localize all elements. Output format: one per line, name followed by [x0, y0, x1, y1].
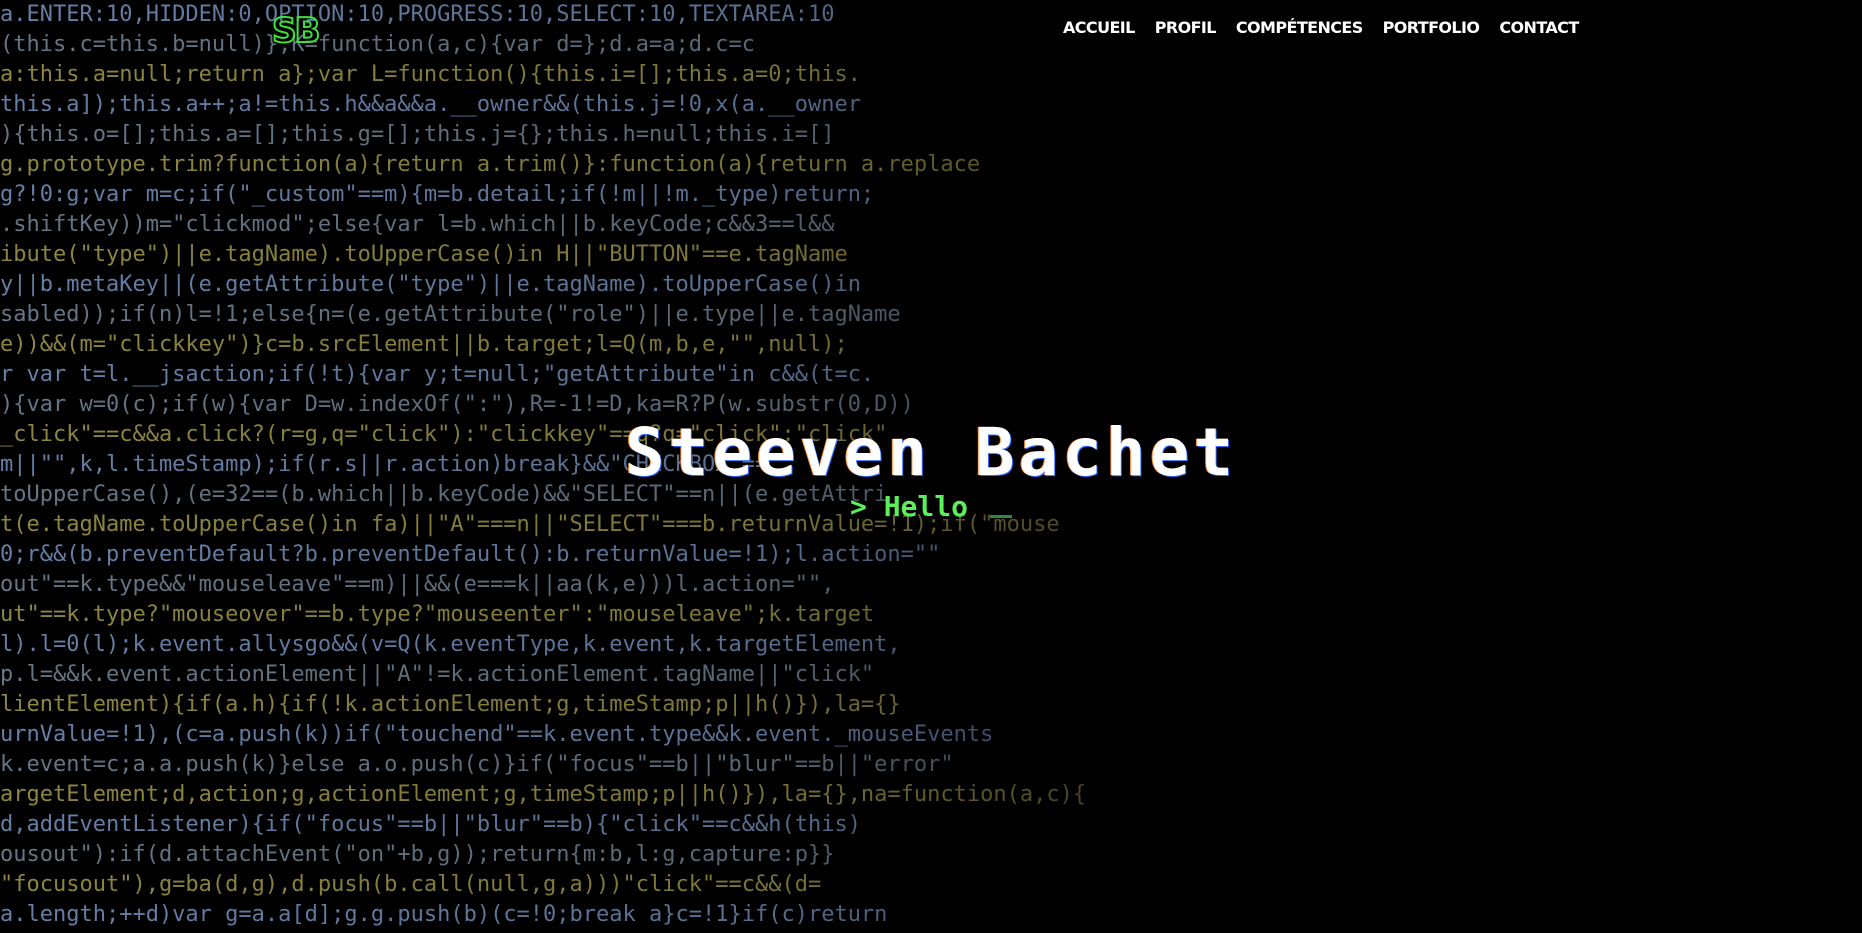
- hero-typewriter: > Hello: [0, 490, 1862, 523]
- typed-text: Hello: [883, 490, 968, 523]
- logo[interactable]: SB: [271, 10, 321, 52]
- text-cursor: [990, 515, 1012, 518]
- code-line: ousout"):if(d.attachEvent("on"+b,g));ret…: [0, 842, 835, 867]
- code-line: urnValue=!1),(c=a.push(k))if("touchend"=…: [0, 722, 994, 747]
- nav-competences[interactable]: COMPÉTENCES: [1236, 18, 1363, 37]
- nav-accueil[interactable]: ACCUEIL: [1063, 18, 1135, 37]
- code-line: y||b.metaKey||(e.getAttribute("type")||e…: [0, 272, 861, 297]
- code-line: l).l=0(l);k.event.allysgo&&(v=Q(k.eventT…: [0, 632, 901, 657]
- nav-portfolio[interactable]: PORTFOLIO: [1383, 18, 1480, 37]
- code-line: r var t=l.__jsaction;if(!t){var y;t=null…: [0, 362, 875, 387]
- code-line: g.prototype.trim?function(a){return a.tr…: [0, 152, 981, 177]
- hero: Steeven Bachet > Hello: [0, 414, 1862, 524]
- code-line: "focusout"),g=ba(d,g),d.push(b.call(null…: [0, 872, 822, 897]
- code-line: this.a]);this.a++;a!=this.h&&a&&a.__owne…: [0, 92, 861, 117]
- code-line: e))&&(m="clickkey")}c=b.srcElement||b.ta…: [0, 332, 848, 357]
- code-line: a:this.a=null;return a};var L=function()…: [0, 62, 861, 87]
- code-line: ut"==k.type?"mouseover"==b.type?"mouseen…: [0, 602, 875, 627]
- code-line: g?!0:g;var m=c;if("_custom"==m){m=b.deta…: [0, 182, 875, 207]
- code-line: sabled));if(n)l=!1;else{n=(e.getAttribut…: [0, 302, 901, 327]
- code-line: k.event=c;a.a.push(k)}else a.o.push(c)}i…: [0, 752, 954, 777]
- code-line: .shiftKey))m="clickmod";else{var l=b.whi…: [0, 212, 835, 237]
- main-nav: ACCUEIL PROFIL COMPÉTENCES PORTFOLIO CON…: [1063, 18, 1579, 37]
- code-line: 0;r&&(b.preventDefault?b.preventDefault(…: [0, 542, 941, 567]
- site-header: SB ACCUEIL PROFIL COMPÉTENCES PORTFOLIO …: [0, 0, 1862, 60]
- code-line: a.length;++d)var g=a.a[d];g.g.push(b)(c=…: [0, 902, 888, 927]
- code-line: ){this.o=[];this.a=[];this.g=[];this.j={…: [0, 122, 835, 147]
- code-line: d,addEventListener){if("focus"==b||"blur…: [0, 812, 861, 837]
- code-line: p.l=&&k.event.actionElement||"A"!=k.acti…: [0, 662, 875, 687]
- code-line: argetElement;d,action;g,actionElement;g,…: [0, 782, 1087, 807]
- code-line: lientElement){if(a.h){if(!k.actionElemen…: [0, 692, 901, 717]
- code-line: ibute("type")||e.tagName).toUpperCase()i…: [0, 242, 848, 267]
- nav-profil[interactable]: PROFIL: [1155, 18, 1217, 37]
- code-line: out"==k.type&&"mouseleave"==m)||&&(e===k…: [0, 572, 835, 597]
- hero-title: Steeven Bachet: [624, 414, 1238, 491]
- prompt-chevron-icon: >: [849, 490, 867, 523]
- nav-contact[interactable]: CONTACT: [1499, 18, 1579, 37]
